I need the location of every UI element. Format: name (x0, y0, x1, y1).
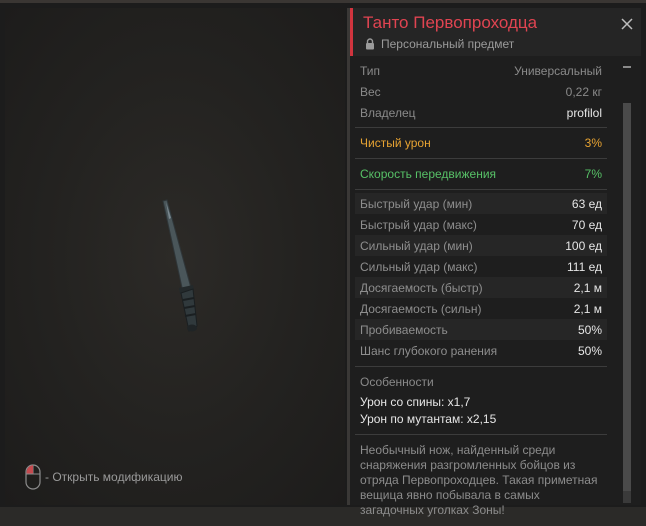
close-icon[interactable] (620, 17, 634, 31)
info-row-type: Тип Универсальный (355, 60, 607, 81)
stat-row: Пробиваемость 50% (355, 319, 607, 340)
lock-icon (366, 38, 374, 50)
stat-label: Досягаемость (сильн) (360, 301, 482, 316)
stat-value: 2,1 м (573, 301, 602, 316)
stat-value: 3% (584, 136, 602, 150)
item-header: Танто Первопроходца Персональный предмет (350, 8, 641, 56)
item-preview[interactable]: - Открыть модификацию (5, 8, 345, 505)
stat-label: Досягаемость (быстр) (360, 280, 483, 295)
open-modification-hint: - Открыть модификацию (25, 464, 183, 490)
stat-row: Сильный удар (макс) 111 ед (355, 256, 607, 277)
info-label: Вес (360, 84, 381, 99)
stat-value: 111 ед (567, 259, 602, 274)
stat-label: Шанс глубокого ранения (360, 343, 498, 358)
info-value: profilol (566, 105, 602, 120)
stat-row: Досягаемость (сильн) 2,1 м (355, 298, 607, 319)
info-value: Универсальный (514, 63, 602, 78)
info-row-owner: Владелец profilol (355, 102, 607, 123)
stat-row: Досягаемость (быстр) 2,1 м (355, 277, 607, 298)
stat-row: Быстрый удар (мин) 63 ед (355, 193, 607, 214)
stat-label: Пробиваемость (360, 322, 448, 337)
stat-label: Быстрый удар (мин) (360, 196, 473, 211)
stat-value: 50% (577, 322, 602, 337)
stat-value: 63 ед (571, 196, 602, 211)
scrollbar-cap (623, 66, 631, 68)
mouse-icon (25, 464, 41, 490)
stat-label: Чистый урон (360, 136, 431, 150)
divider (355, 189, 607, 190)
item-description: Необычный нож, найденный среди снаряжени… (360, 443, 598, 517)
stat-row: Быстрый удар (макс) 70 ед (355, 214, 607, 235)
stat-value: 100 ед (565, 238, 602, 253)
feature-line: Урон со спины: x1,7 (360, 395, 471, 409)
stat-row: Шанс глубокого ранения 50% (355, 340, 607, 361)
scrollbar[interactable] (621, 66, 633, 503)
scrollbar-thumb[interactable] (623, 103, 631, 491)
features-title: Особенности (360, 375, 434, 389)
item-title: Танто Первопроходца (363, 13, 538, 32)
features-section: Особенности Урон со спины: x1,7 Урон по … (355, 367, 607, 434)
stat-row: Сильный удар (мин) 100 ед (355, 235, 607, 256)
info-label: Владелец (360, 105, 416, 120)
stat-value: 50% (577, 343, 602, 358)
info-label: Тип (360, 63, 381, 78)
stat-value: 7% (584, 167, 602, 181)
item-subtitle: Персональный предмет (365, 37, 514, 51)
info-value: 0,22 кг (565, 84, 602, 99)
stats-table: Быстрый удар (мин) 63 ед Быстрый удар (ма… (355, 193, 607, 361)
stat-label: Быстрый удар (макс) (360, 217, 477, 232)
stat-value: 2,1 м (573, 280, 602, 295)
personal-item-label: Персональный предмет (381, 37, 515, 51)
stat-value: 70 ед (571, 217, 602, 232)
knife-model-image (162, 199, 198, 332)
stat-label: Сильный удар (мин) (360, 238, 473, 253)
move-speed-row: Скорость передвижения 7% (355, 159, 607, 189)
stat-label: Скорость передвижения (360, 167, 497, 181)
item-info-panel: Танто Первопроходца Персональный предмет… (350, 8, 641, 517)
feature-line: Урон по мутантам: x2,15 (360, 412, 497, 426)
basic-info: Тип Универсальный Вес 0,22 кг Владелец p… (355, 60, 607, 123)
stat-label: Сильный удар (макс) (360, 259, 478, 274)
info-row-weight: Вес 0,22 кг (355, 81, 607, 102)
hint-label: - Открыть модификацию (45, 470, 183, 484)
item-window: - Открыть модификацию Танто Первопроходц… (0, 0, 646, 517)
pure-damage-row: Чистый урон 3% (355, 128, 607, 158)
item-stats-content: Тип Универсальный Вес 0,22 кг Владелец p… (355, 60, 607, 526)
